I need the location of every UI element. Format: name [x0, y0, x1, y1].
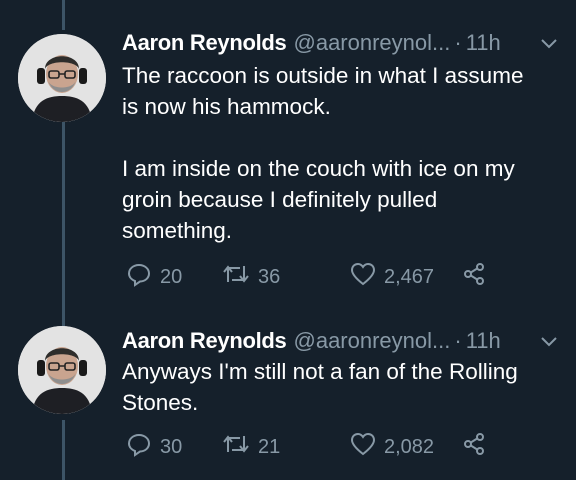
reply-count: 30 — [160, 435, 183, 458]
like-icon — [350, 432, 384, 462]
timestamp[interactable]: 11h — [466, 328, 501, 354]
avatar[interactable] — [18, 34, 106, 122]
retweet-button[interactable]: 36 — [222, 262, 350, 292]
tweet-header: Aaron Reynolds @aaronreynol... · 11h — [122, 28, 566, 58]
share-button[interactable] — [462, 262, 494, 292]
like-count: 2,467 — [384, 265, 435, 288]
tweet-text: The raccoon is outside in what I assume … — [122, 63, 524, 243]
reply-icon — [126, 431, 160, 463]
retweet-button[interactable]: 21 — [222, 432, 350, 462]
chevron-down-icon[interactable] — [540, 328, 558, 354]
like-button[interactable]: 2,467 — [350, 262, 462, 292]
user-handle[interactable]: @aaronreynol... — [294, 30, 451, 56]
tweet-actions: 30 21 2,082 — [126, 432, 566, 462]
reply-count: 20 — [160, 265, 183, 288]
timestamp[interactable]: 11h — [466, 30, 501, 56]
tweet[interactable]: Aaron Reynolds @aaronreynol... · 11h The… — [0, 0, 576, 310]
separator-dot: · — [454, 30, 462, 55]
display-name[interactable]: Aaron Reynolds — [122, 328, 287, 354]
like-count: 2,082 — [384, 435, 435, 458]
share-icon — [462, 262, 494, 292]
tweet-header: Aaron Reynolds @aaronreynol... · 11h — [122, 326, 566, 356]
retweet-icon — [222, 262, 258, 292]
like-icon — [350, 262, 384, 292]
tweet-actions: 20 36 2,467 — [126, 262, 566, 292]
user-handle[interactable]: @aaronreynol... — [294, 328, 451, 354]
reply-button[interactable]: 20 — [126, 261, 222, 293]
share-button[interactable] — [462, 432, 494, 462]
retweet-count: 36 — [258, 265, 281, 288]
retweet-icon — [222, 432, 258, 462]
share-icon — [462, 432, 494, 462]
retweet-count: 21 — [258, 435, 281, 458]
display-name[interactable]: Aaron Reynolds — [122, 30, 287, 56]
avatar[interactable] — [18, 326, 106, 414]
reply-icon — [126, 261, 160, 293]
reply-button[interactable]: 30 — [126, 431, 222, 463]
separator-dot: · — [454, 328, 462, 353]
tweet[interactable]: Aaron Reynolds @aaronreynol... · 11h Any… — [0, 310, 576, 480]
like-button[interactable]: 2,082 — [350, 432, 462, 462]
tweet-text: Anyways I'm still not a fan of the Rolli… — [122, 359, 518, 415]
chevron-down-icon[interactable] — [540, 30, 558, 56]
